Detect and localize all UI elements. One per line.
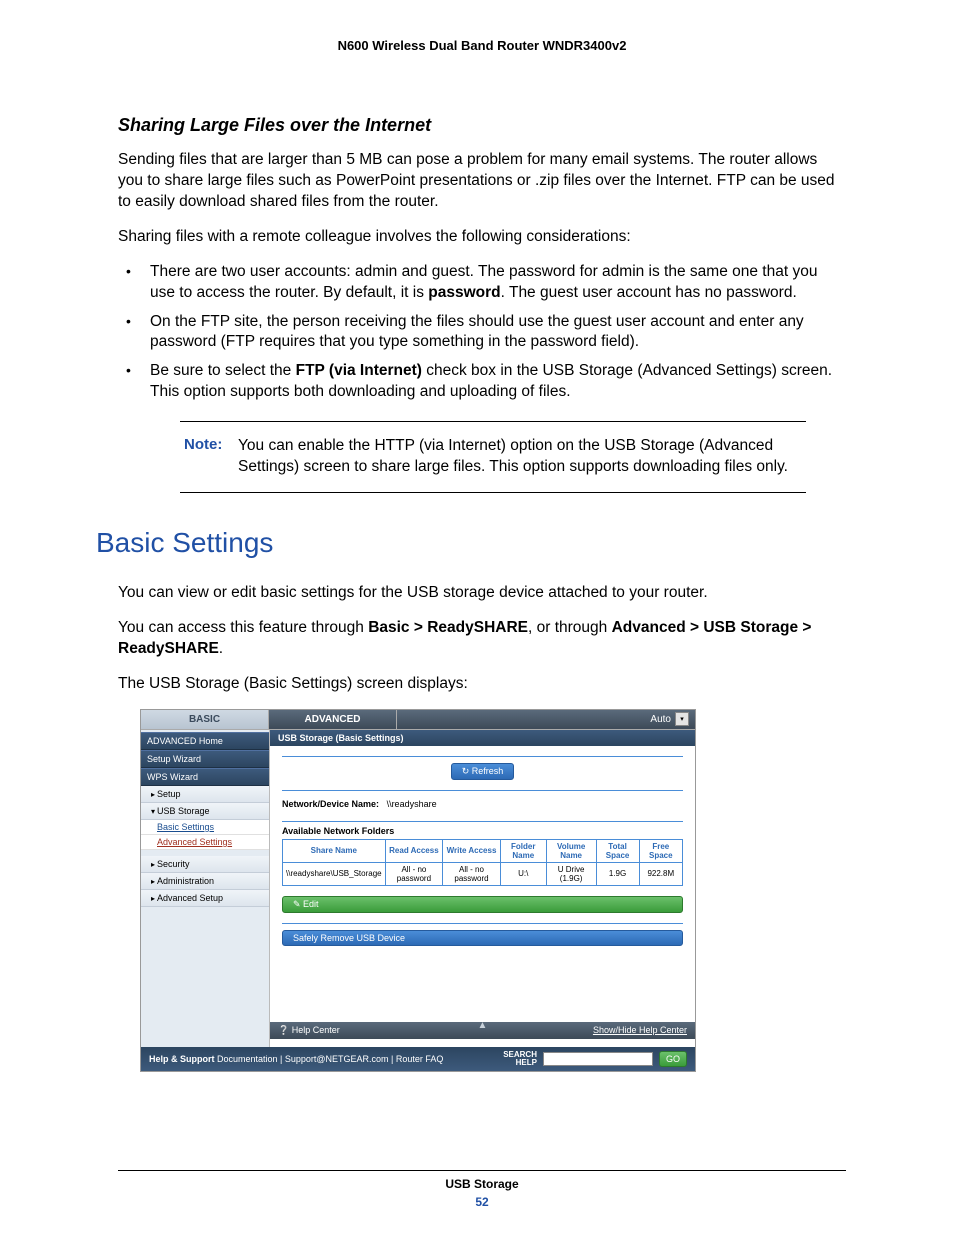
subsection-title-sharing: Sharing Large Files over the Internet <box>118 115 846 136</box>
sidebar-item-advanced-setup[interactable]: ▸Advanced Setup <box>141 890 269 907</box>
tab-bar: BASIC ADVANCED Auto ▾ <box>141 710 695 730</box>
embedded-screenshot: BASIC ADVANCED Auto ▾ ADVANCED Home Setu… <box>140 709 696 1072</box>
go-button[interactable]: GO <box>659 1051 687 1067</box>
col-volume-name: Volume Name <box>546 839 596 862</box>
list-item: • There are two user accounts: admin and… <box>118 262 846 304</box>
show-hide-help-link[interactable]: Show/Hide Help Center <box>593 1025 687 1035</box>
bold-text: FTP (via Internet) <box>296 362 422 379</box>
list-item-text: On the FTP site, the person receiving th… <box>150 312 846 354</box>
expand-up-icon[interactable]: ▲ <box>478 1020 488 1031</box>
device-name-row: Network/Device Name: \\readyshare <box>282 799 683 809</box>
edit-button[interactable]: ✎ Edit <box>282 896 683 913</box>
help-center-label[interactable]: ❔ Help Center <box>278 1025 340 1036</box>
sidebar-subitem-advanced-settings[interactable]: Advanced Settings <box>141 835 269 850</box>
paragraph: You can access this feature through Basi… <box>118 618 846 660</box>
text: On the FTP site, the person receiving th… <box>150 313 804 351</box>
main-panel: USB Storage (Basic Settings) ↻ Refresh N… <box>269 730 695 1047</box>
col-write-access: Write Access <box>443 839 501 862</box>
col-share-name: Share Name <box>283 839 386 862</box>
table-row[interactable]: \\readyshare\USB_Storage All - no passwo… <box>283 862 683 885</box>
tab-basic[interactable]: BASIC <box>141 710 269 729</box>
paragraph: The USB Storage (Basic Settings) screen … <box>118 674 846 695</box>
paragraph: Sending files that are larger than 5 MB … <box>118 150 846 213</box>
text: . The guest user account has no password… <box>501 284 797 301</box>
bullet-list: • There are two user accounts: admin and… <box>118 262 846 404</box>
cell-share-name: \\readyshare\USB_Storage <box>283 862 386 885</box>
sidebar-item-setup[interactable]: ▸Setup <box>141 786 269 803</box>
sidebar-item-usb-storage[interactable]: ▾USB Storage <box>141 803 269 820</box>
col-folder-name: Folder Name <box>500 839 546 862</box>
triangle-right-icon: ▸ <box>151 790 155 799</box>
col-free-space: Free Space <box>639 839 682 862</box>
triangle-right-icon: ▸ <box>151 877 155 886</box>
chevron-down-icon: ▾ <box>675 712 689 726</box>
page-header: N600 Wireless Dual Band Router WNDR3400v… <box>118 38 846 53</box>
sidebar-item-label: Security <box>157 859 190 869</box>
paragraph: Sharing files with a remote colleague in… <box>118 227 846 248</box>
language-label: Auto <box>650 714 671 725</box>
text: . <box>219 640 223 657</box>
safely-remove-button[interactable]: Safely Remove USB Device <box>282 930 683 946</box>
triangle-right-icon: ▸ <box>151 860 155 869</box>
list-item-text: Be sure to select the FTP (via Internet)… <box>150 361 846 403</box>
edit-label: Edit <box>303 899 319 909</box>
text: , or through <box>528 619 612 636</box>
col-total-space: Total Space <box>596 839 639 862</box>
triangle-right-icon: ▸ <box>151 894 155 903</box>
list-item: • Be sure to select the FTP (via Interne… <box>118 361 846 403</box>
cell-total-space: 1.9G <box>596 862 639 885</box>
search-input[interactable] <box>543 1052 653 1066</box>
triangle-down-icon: ▾ <box>151 807 155 816</box>
sidebar-item-label: USB Storage <box>157 806 210 816</box>
bullet-icon: • <box>118 361 150 403</box>
list-item: • On the FTP site, the person receiving … <box>118 312 846 354</box>
tab-spacer <box>397 710 644 729</box>
footer-links[interactable]: Help & Support Documentation | Support@N… <box>149 1054 443 1064</box>
note-box: Note: You can enable the HTTP (via Inter… <box>180 421 806 493</box>
search-help-label: SEARCHHELP <box>503 1051 537 1067</box>
refresh-button[interactable]: ↻ Refresh <box>451 763 515 780</box>
cell-read-access: All - no password <box>385 862 443 885</box>
sidebar-item-advanced-home[interactable]: ADVANCED Home <box>141 732 269 750</box>
sidebar-item-administration[interactable]: ▸Administration <box>141 873 269 890</box>
device-name-label: Network/Device Name: <box>282 799 379 809</box>
sidebar-item-label: Setup <box>157 789 181 799</box>
footer-section-name: USB Storage <box>118 1177 846 1191</box>
page-footer: USB Storage 52 <box>118 1170 846 1209</box>
folders-table: Share Name Read Access Write Access Fold… <box>282 839 683 886</box>
refresh-label: Refresh <box>472 766 504 776</box>
cell-write-access: All - no password <box>443 862 501 885</box>
bullet-icon: • <box>118 262 150 304</box>
cell-free-space: 922.8M <box>639 862 682 885</box>
sidebar: ADVANCED Home Setup Wizard WPS Wizard ▸S… <box>141 730 269 1047</box>
section-title-basic: Basic Settings <box>96 527 846 559</box>
device-name-value: \\readyshare <box>387 799 437 809</box>
paragraph: You can view or edit basic settings for … <box>118 583 846 604</box>
panel-title: USB Storage (Basic Settings) <box>270 730 695 746</box>
bold-text: Basic > ReadySHARE <box>368 619 528 636</box>
table-header-row: Share Name Read Access Write Access Fold… <box>283 839 683 862</box>
language-select[interactable]: Auto ▾ <box>644 710 695 729</box>
note-text: You can enable the HTTP (via Internet) o… <box>238 436 796 478</box>
col-read-access: Read Access <box>385 839 443 862</box>
sidebar-item-wps-wizard[interactable]: WPS Wizard <box>141 768 269 786</box>
note-label: Note: <box>184 436 238 478</box>
help-bar: ❔ Help Center ▲ Show/Hide Help Center <box>270 1022 695 1039</box>
tab-advanced[interactable]: ADVANCED <box>269 710 397 729</box>
table-title: Available Network Folders <box>282 826 683 836</box>
bold-text: password <box>428 284 500 301</box>
bullet-icon: • <box>118 312 150 354</box>
sidebar-item-security[interactable]: ▸Security <box>141 856 269 873</box>
sidebar-subitem-basic-settings[interactable]: Basic Settings <box>141 820 269 835</box>
footer-bar: Help & Support Documentation | Support@N… <box>141 1047 695 1071</box>
footer-page-number: 52 <box>118 1195 846 1209</box>
cell-folder-name: U:\ <box>500 862 546 885</box>
sidebar-item-label: Administration <box>157 876 214 886</box>
sidebar-item-setup-wizard[interactable]: Setup Wizard <box>141 750 269 768</box>
list-item-text: There are two user accounts: admin and g… <box>150 262 846 304</box>
text: Be sure to select the <box>150 362 296 379</box>
text: You can access this feature through <box>118 619 368 636</box>
sidebar-item-label: Advanced Setup <box>157 893 223 903</box>
cell-volume-name: U Drive (1.9G) <box>546 862 596 885</box>
